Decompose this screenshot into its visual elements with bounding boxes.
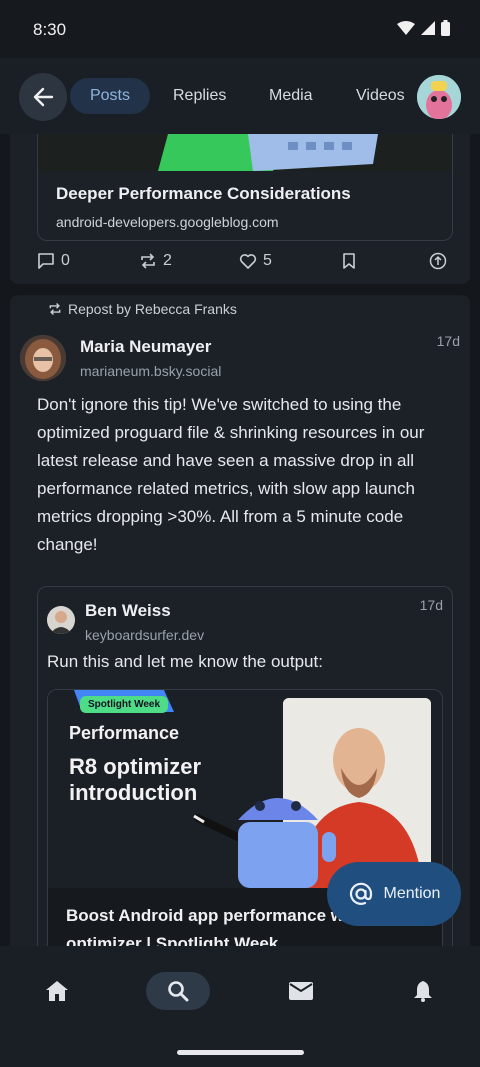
like-button[interactable]: 5 bbox=[239, 252, 272, 270]
avatar[interactable] bbox=[47, 606, 75, 634]
link-preview-image: Spotlight Week Performance R8 optimizer … bbox=[48, 690, 442, 888]
quote-author-handle[interactable]: keyboardsurfer.dev bbox=[85, 627, 204, 643]
image-headline-1: Performance bbox=[69, 723, 180, 743]
heart-icon bbox=[239, 254, 257, 269]
mail-icon bbox=[289, 982, 313, 1000]
profile-avatar[interactable] bbox=[417, 75, 461, 119]
wifi-icon bbox=[397, 21, 415, 35]
post-text: Don't ignore this tip! We've switched to… bbox=[37, 395, 425, 554]
mention-button[interactable]: Mention bbox=[327, 862, 461, 926]
quote-text: Run this and let me know the output: bbox=[47, 652, 323, 671]
link-domain: android-developers.googleblog.com bbox=[56, 214, 279, 230]
image-headline-2: R8 optimizer bbox=[69, 754, 202, 779]
tab-media[interactable]: Media bbox=[269, 78, 313, 114]
share-icon bbox=[429, 252, 447, 270]
android-robot-illustration bbox=[193, 798, 336, 888]
reply-button[interactable]: 0 bbox=[37, 252, 70, 270]
repost-indicator: Repost by Rebecca Franks bbox=[48, 301, 237, 317]
post-card[interactable]: Deeper Performance Considerations androi… bbox=[10, 134, 470, 284]
post-card[interactable]: Repost by Rebecca Franks Maria Neumayer … bbox=[10, 295, 470, 946]
home-icon bbox=[46, 981, 68, 1001]
author-name[interactable]: Maria Neumayer bbox=[80, 337, 211, 357]
status-time: 8:30 bbox=[33, 20, 67, 39]
link-preview-image bbox=[38, 134, 452, 171]
back-button[interactable] bbox=[19, 73, 67, 121]
battery-icon bbox=[441, 20, 450, 36]
repost-count: 2 bbox=[163, 252, 172, 269]
avatar[interactable] bbox=[20, 335, 66, 381]
signal-icon bbox=[421, 21, 435, 35]
author-handle[interactable]: marianeum.bsky.social bbox=[80, 363, 221, 379]
tab-videos[interactable]: Videos bbox=[356, 78, 405, 114]
share-button[interactable] bbox=[429, 252, 447, 270]
bottom-nav bbox=[0, 946, 480, 1067]
repost-icon bbox=[141, 253, 155, 269]
repost-by-label: Repost by Rebecca Franks bbox=[68, 301, 237, 317]
status-bar: 8:30 bbox=[0, 0, 480, 58]
link-title: Deeper Performance Considerations bbox=[56, 184, 351, 203]
mention-label: Mention bbox=[383, 885, 441, 902]
nav-search[interactable] bbox=[146, 972, 210, 1010]
gesture-home-indicator[interactable] bbox=[177, 1050, 304, 1055]
post-timestamp: 17d bbox=[436, 333, 460, 349]
bookmark-icon bbox=[343, 253, 355, 269]
comment-icon bbox=[38, 253, 54, 269]
status-icons bbox=[397, 20, 450, 36]
feed: Deeper Performance Considerations androi… bbox=[0, 134, 480, 946]
profile-tab-bar: Posts Replies Media Videos bbox=[0, 58, 480, 134]
post-actions: 0 2 5 bbox=[37, 252, 453, 276]
reply-count: 0 bbox=[61, 252, 70, 269]
at-icon bbox=[349, 882, 372, 905]
nav-messages[interactable] bbox=[269, 972, 333, 1010]
bookmark-button[interactable] bbox=[341, 252, 357, 270]
tab-posts[interactable]: Posts bbox=[70, 78, 150, 114]
nav-notifications[interactable] bbox=[391, 972, 455, 1010]
quote-author-name[interactable]: Ben Weiss bbox=[85, 601, 171, 621]
arrow-left-icon bbox=[33, 87, 54, 107]
quote-timestamp: 17d bbox=[419, 597, 443, 613]
spotlight-badge: Spotlight Week bbox=[80, 696, 169, 713]
link-preview-card[interactable]: Deeper Performance Considerations androi… bbox=[37, 134, 453, 241]
image-headline-3: introduction bbox=[69, 780, 198, 805]
repost-icon bbox=[49, 303, 61, 315]
like-count: 5 bbox=[263, 252, 272, 269]
search-icon bbox=[168, 981, 189, 1002]
nav-home[interactable] bbox=[25, 972, 89, 1010]
tab-replies[interactable]: Replies bbox=[173, 78, 226, 114]
repost-button[interactable]: 2 bbox=[139, 252, 172, 270]
bell-icon bbox=[414, 981, 432, 1002]
